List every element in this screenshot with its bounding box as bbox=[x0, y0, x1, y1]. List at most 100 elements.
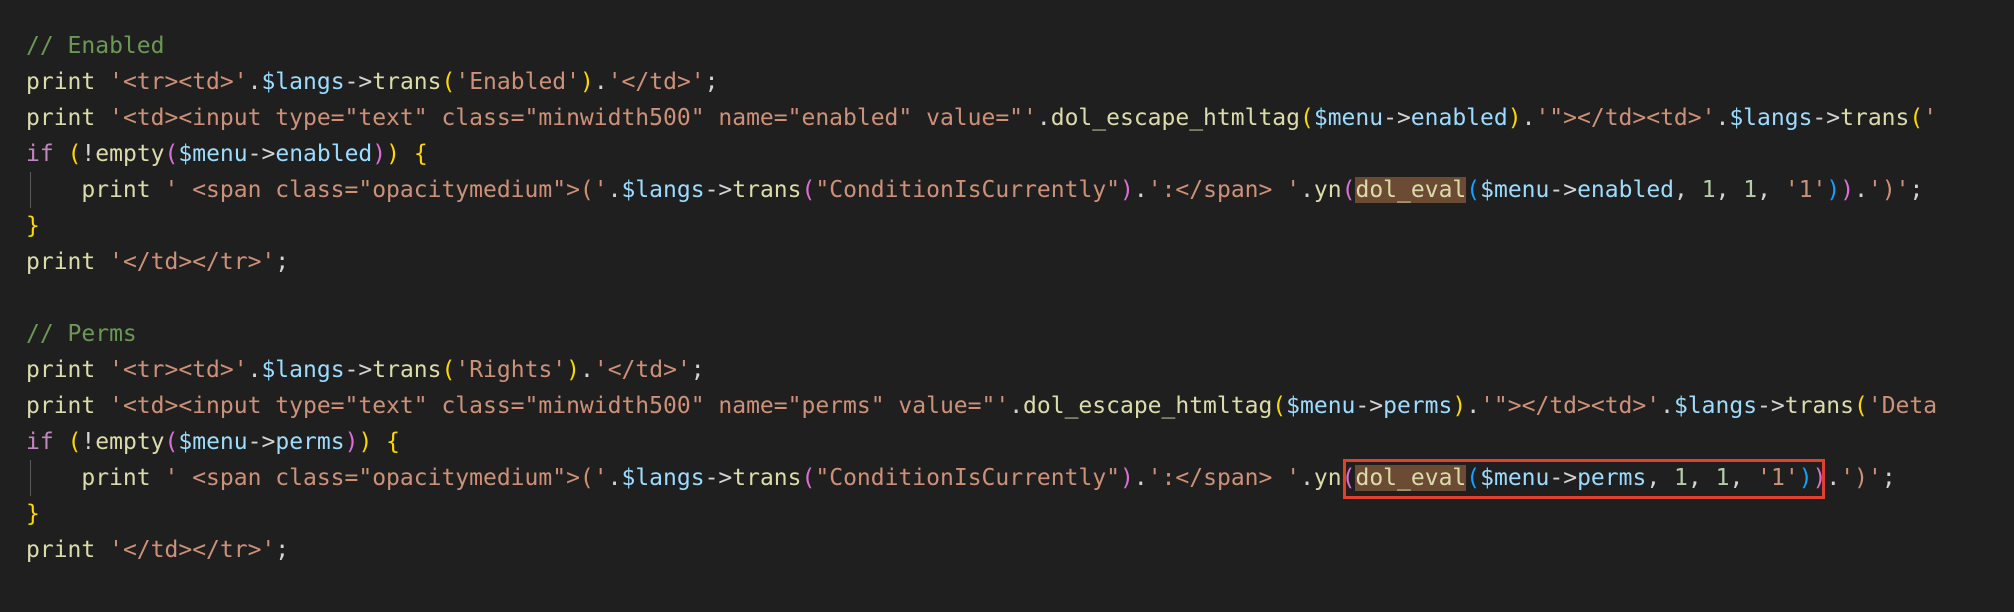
code-token: '"></td><td>' bbox=[1535, 105, 1716, 131]
code-token: -> bbox=[1383, 105, 1411, 131]
code-token: ! bbox=[81, 141, 96, 167]
code-token: $langs bbox=[261, 69, 345, 95]
code-token: ) bbox=[579, 69, 594, 95]
code-token: ) bbox=[1840, 177, 1855, 203]
code-line: print '<td><input type="text" class="min… bbox=[26, 100, 2014, 136]
code-token: $langs bbox=[261, 357, 345, 383]
code-token: } bbox=[26, 213, 40, 239]
code-line: print ' <span class="opacitymedium">('. $… bbox=[26, 460, 2014, 496]
code-token: -> bbox=[704, 177, 733, 203]
code-token: 1 bbox=[1743, 177, 1758, 203]
code-token: ) bbox=[344, 429, 359, 455]
code-line: print '<tr><td>'.$langs->trans('Rights')… bbox=[26, 352, 2014, 388]
code-token: . bbox=[1826, 465, 1841, 491]
code-token: ( bbox=[164, 141, 179, 167]
code-token: ( bbox=[1466, 177, 1481, 203]
code-token: . bbox=[1854, 177, 1868, 203]
code-line: // Perms bbox=[26, 316, 2014, 352]
code-token: ) bbox=[386, 141, 400, 167]
code-token: . bbox=[1133, 465, 1148, 491]
code-token: ( bbox=[1341, 465, 1356, 491]
code-token: $menu bbox=[178, 141, 248, 167]
code-token: { bbox=[413, 141, 428, 167]
code-token: print bbox=[26, 537, 96, 563]
code-token: . bbox=[247, 69, 262, 95]
code-token: . bbox=[607, 177, 622, 203]
code-token: $langs bbox=[1673, 393, 1758, 419]
code-token: ! bbox=[81, 429, 96, 455]
code-token: . bbox=[1715, 105, 1730, 131]
code-line: print ' <span class="opacitymedium">('.$… bbox=[26, 172, 2014, 208]
code-token: , bbox=[1646, 465, 1675, 491]
code-token: $menu bbox=[1480, 177, 1550, 203]
code-token: dol_escape_htmltag bbox=[1050, 105, 1300, 131]
code-token: ' <span class="opacitymedium">(' bbox=[164, 177, 608, 203]
code-line: // Enabled bbox=[26, 28, 2014, 64]
code-comment: // Enabled bbox=[26, 33, 165, 59]
code-token: . bbox=[593, 69, 608, 95]
code-token: ' <span class="opacitymedium">(' bbox=[164, 465, 608, 491]
code-token: $menu bbox=[178, 429, 248, 455]
code-token: ':</span> ' bbox=[1147, 177, 1301, 203]
code-token: print bbox=[26, 357, 96, 383]
code-token: '1' bbox=[1784, 177, 1827, 203]
code-token: '<td><input type="text" class="minwidth5… bbox=[109, 393, 1010, 419]
code-token: . bbox=[1660, 393, 1674, 419]
code-token: perms bbox=[1383, 393, 1453, 419]
code-token: ; bbox=[275, 537, 290, 563]
code-token: ')' bbox=[1867, 177, 1910, 203]
code-token: -> bbox=[704, 465, 733, 491]
code-token: ; bbox=[275, 249, 290, 275]
code-token: ; bbox=[690, 357, 705, 383]
code-token: . bbox=[1036, 105, 1051, 131]
code-token: ) bbox=[1452, 393, 1467, 419]
code-token: $langs bbox=[621, 177, 705, 203]
code-line: print '<td><input type="text" class="min… bbox=[26, 388, 2014, 424]
code-token: dol_eval bbox=[1355, 177, 1467, 203]
code-token: ( bbox=[441, 69, 456, 95]
code-token: trans bbox=[1784, 393, 1854, 419]
code-token: empty bbox=[95, 141, 165, 167]
code-line: print '</td></tr>'; bbox=[26, 244, 2014, 280]
code-token: -> bbox=[344, 357, 373, 383]
code-token: '<tr><td>' bbox=[109, 69, 248, 95]
code-token: trans bbox=[732, 177, 802, 203]
code-token: . bbox=[247, 357, 262, 383]
code-token: ) bbox=[1120, 465, 1134, 491]
code-token: enabled bbox=[1410, 105, 1508, 131]
code-token: ) bbox=[1507, 105, 1522, 131]
code-token: $menu bbox=[1313, 105, 1384, 131]
code-token: ) bbox=[566, 357, 580, 383]
code-token: , bbox=[1757, 177, 1785, 203]
code-line: } bbox=[26, 208, 2014, 244]
code-token: , bbox=[1715, 177, 1744, 203]
code-token: print bbox=[81, 465, 151, 491]
code-token: ( bbox=[1854, 393, 1868, 419]
code-token: ) bbox=[1120, 177, 1134, 203]
code-token: dol_escape_htmltag bbox=[1023, 393, 1273, 419]
code-line: } bbox=[26, 496, 2014, 532]
code-token: '</td>' bbox=[607, 69, 705, 95]
code-token: ( bbox=[67, 141, 82, 167]
code-token: . bbox=[1009, 393, 1024, 419]
code-token: ( bbox=[1466, 465, 1481, 491]
code-token: $menu bbox=[1480, 465, 1550, 491]
code-token: 1 bbox=[1674, 465, 1688, 491]
code-token: , bbox=[1687, 465, 1716, 491]
code-editor[interactable]: // Enabled print '<tr><td>'.$langs->trans… bbox=[26, 28, 2014, 568]
code-token: -> bbox=[1549, 177, 1578, 203]
code-line: print '</td></tr>'; bbox=[26, 532, 2014, 568]
code-token: . bbox=[1300, 177, 1314, 203]
code-token: 1 bbox=[1701, 177, 1716, 203]
code-token: ( bbox=[1341, 177, 1356, 203]
code-token: 'Enabled' bbox=[455, 69, 580, 95]
